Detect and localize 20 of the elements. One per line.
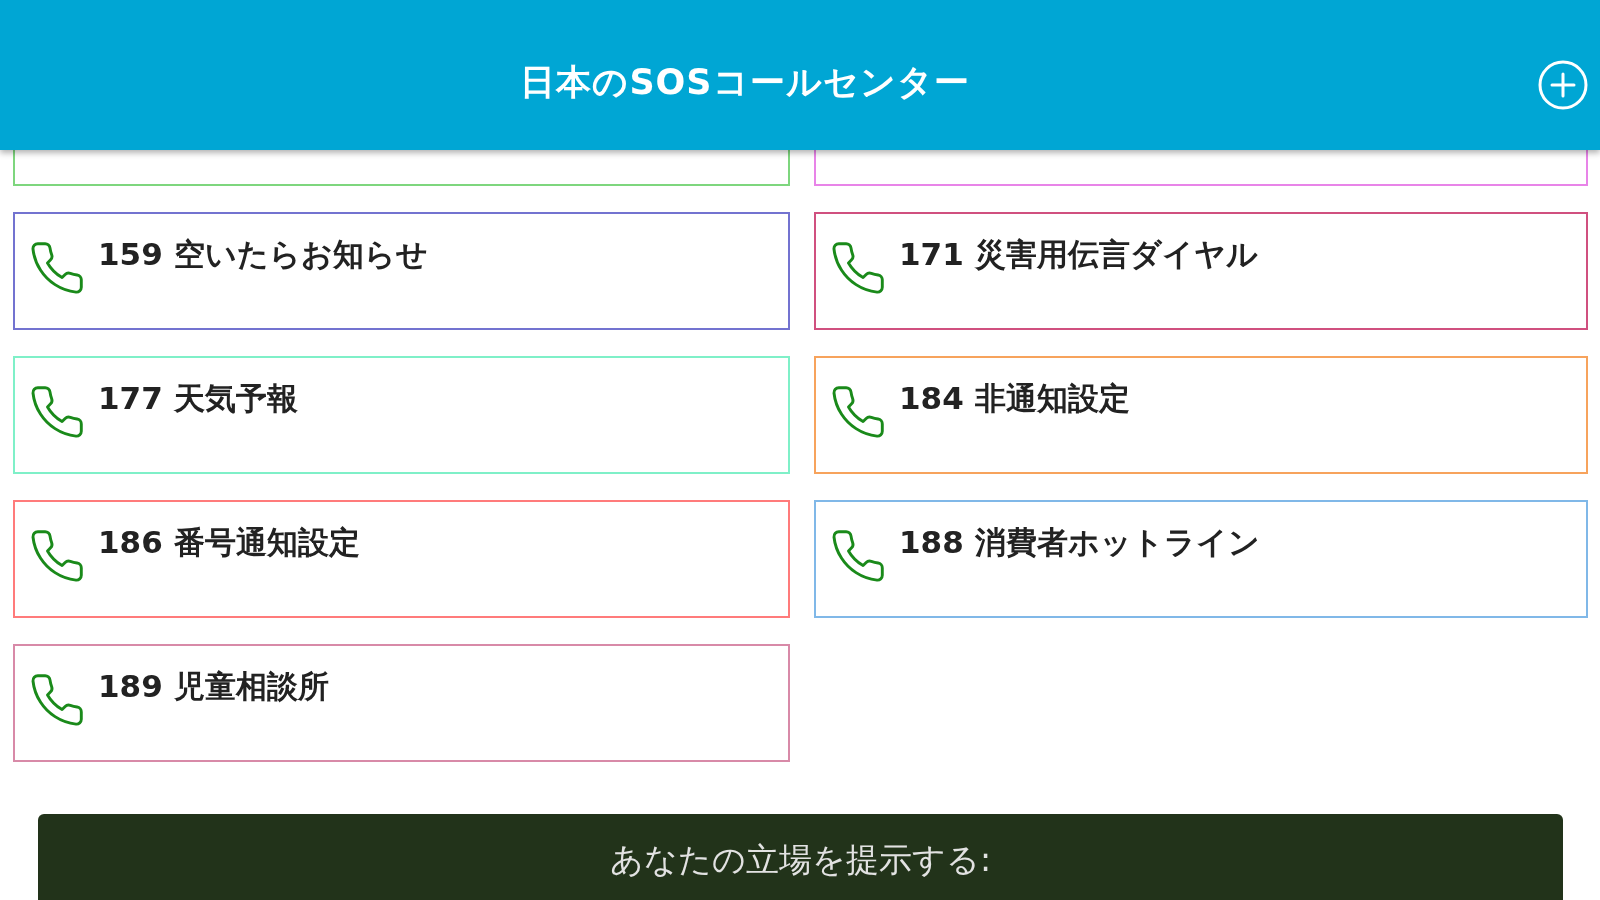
action-button[interactable]: あなたの立場を提示する: <box>38 814 1563 900</box>
add-button[interactable] <box>1538 60 1588 110</box>
call-card[interactable]: 171 災害用伝言ダイヤル <box>814 212 1588 330</box>
phone-icon <box>832 386 884 438</box>
app-title: 日本のSOSコールセンター <box>520 60 970 104</box>
phone-icon <box>31 386 83 438</box>
phone-icon <box>832 242 884 294</box>
phone-icon <box>832 530 884 582</box>
phone-icon <box>31 530 83 582</box>
add-icon <box>1538 60 1588 110</box>
call-card[interactable]: 188 消費者ホットライン <box>814 500 1588 618</box>
call-card[interactable] <box>13 150 790 186</box>
phone-icon <box>31 242 83 294</box>
call-card[interactable]: 189 児童相談所 <box>13 644 790 762</box>
call-card[interactable]: 177 天気予報 <box>13 356 790 474</box>
call-card[interactable]: 159 空いたらお知らせ <box>13 212 790 330</box>
phone-icon <box>31 674 83 726</box>
call-card[interactable] <box>814 150 1588 186</box>
call-card[interactable]: 184 非通知設定 <box>814 356 1588 474</box>
call-card[interactable]: 186 番号通知設定 <box>13 500 790 618</box>
